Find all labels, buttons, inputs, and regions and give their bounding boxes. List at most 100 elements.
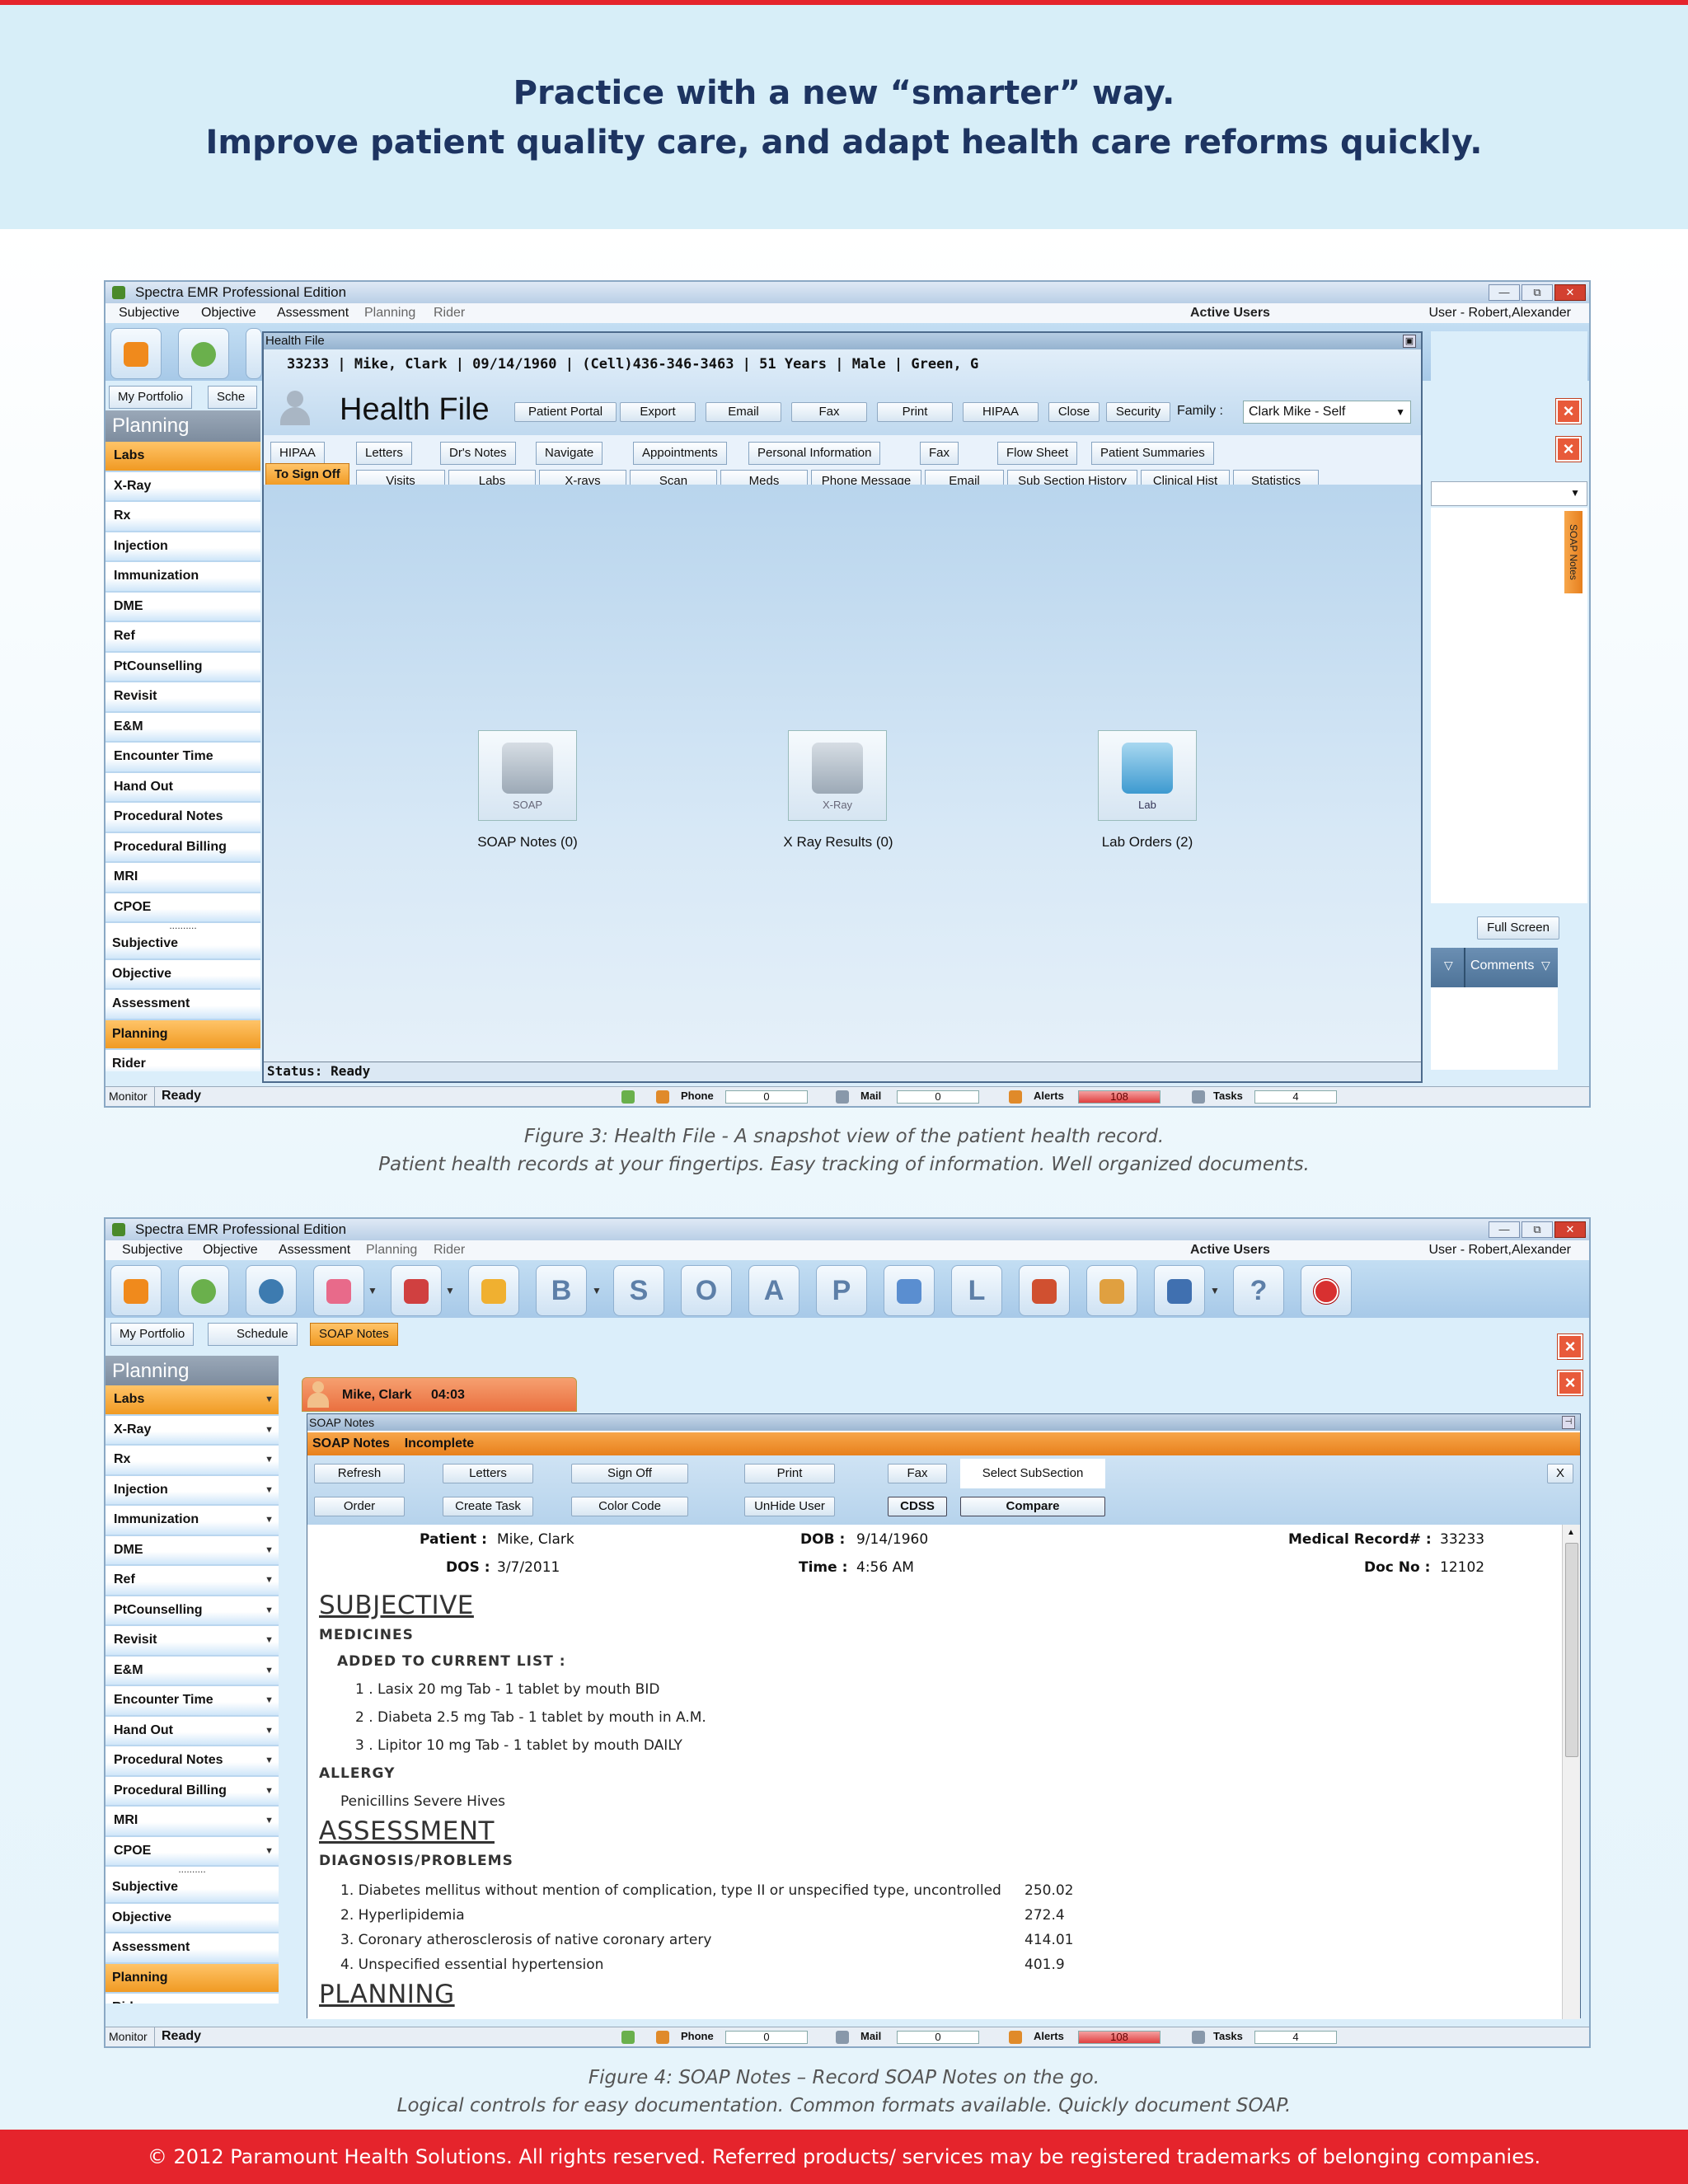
users-tool-button[interactable]	[1086, 1265, 1137, 1316]
tab-drs-notes[interactable]: Dr's Notes	[440, 442, 516, 465]
chevron-down-icon[interactable]: ▼	[265, 1416, 274, 1444]
sidebar-splitter[interactable]: ..........	[106, 1864, 279, 1874]
close-window-button[interactable]: ✕	[1554, 1221, 1586, 1238]
sidebar-item-injection[interactable]: Injection ▼	[106, 1475, 279, 1506]
refresh-icon[interactable]	[621, 1090, 635, 1104]
chevron-down-icon[interactable]: ▼	[265, 1506, 274, 1534]
full-screen-button[interactable]: Full Screen	[1477, 916, 1559, 940]
chevron-down-icon[interactable]: ▼	[265, 1717, 274, 1745]
sidebar-item-xray[interactable]: X-Ray ▼	[106, 1415, 279, 1446]
minimize-button[interactable]: —	[1489, 284, 1520, 301]
letters-button[interactable]: Letters	[443, 1464, 533, 1483]
section-objective[interactable]: Objective	[106, 1903, 279, 1933]
close-panel-button-1[interactable]: ×	[1555, 398, 1582, 424]
security-button[interactable]: Security	[1106, 402, 1170, 422]
soap-notes-tile-label[interactable]: SOAP Notes (0)	[448, 834, 607, 851]
menu-planning[interactable]: Planning	[366, 1240, 417, 1260]
xray-results-tile-label[interactable]: X Ray Results (0)	[752, 834, 925, 851]
sidebar-item-injection[interactable]: Injection	[106, 532, 260, 562]
chevron-down-icon[interactable]: ▼	[445, 1285, 455, 1296]
l-tool-button[interactable]: L	[951, 1265, 1002, 1316]
menu-assessment[interactable]: Assessment	[279, 1240, 350, 1260]
chevron-down-icon[interactable]: ▼	[265, 1446, 274, 1474]
chevron-down-icon[interactable]: ▼	[265, 1807, 274, 1835]
chevron-down-icon[interactable]: ▼	[265, 1476, 274, 1504]
patient-chip[interactable]: Mike, Clark 04:03	[302, 1377, 577, 1412]
sidebar-item-revisit[interactable]: Revisit ▼	[106, 1626, 279, 1657]
sidebar-item-rx[interactable]: Rx ▼	[106, 1446, 279, 1476]
sidebar-item-revisit[interactable]: Revisit	[106, 682, 260, 713]
sidebar-item-dme[interactable]: DME ▼	[106, 1535, 279, 1566]
export-button[interactable]: Export	[620, 402, 696, 422]
tab-fax[interactable]: Fax	[920, 442, 959, 465]
monitor-tab[interactable]: Monitor	[106, 2027, 155, 2046]
tab-navigate[interactable]: Navigate	[536, 442, 603, 465]
chevron-down-icon[interactable]: ▼	[265, 1746, 274, 1774]
sidebar-item-procedural-billing[interactable]: Procedural Billing ▼	[106, 1776, 279, 1807]
o-tool-button[interactable]: O	[681, 1265, 732, 1316]
mail-count[interactable]: 0	[897, 1090, 979, 1104]
portfolio-tool-button[interactable]	[110, 328, 162, 379]
reports-tool-button[interactable]	[1154, 1265, 1205, 1316]
document-scrollbar[interactable]: ▲	[1562, 1525, 1580, 2019]
chevron-down-icon[interactable]: ▼	[265, 1686, 274, 1714]
menu-rider[interactable]: Rider	[434, 303, 465, 323]
restore-button[interactable]: ⧉	[1522, 1221, 1553, 1238]
medications-tool-button[interactable]	[313, 1265, 364, 1316]
tab-schedule[interactable]: Schedule	[208, 1323, 298, 1346]
lab-orders-tile-label[interactable]: Lab Orders (2)	[1065, 834, 1230, 851]
sidebar-item-encounter-time[interactable]: Encounter Time ▼	[106, 1686, 279, 1717]
sidebar-item-ref[interactable]: Ref ▼	[106, 1566, 279, 1596]
pin-icon[interactable]: ⊣	[1562, 1416, 1575, 1429]
active-users-label[interactable]: Active Users	[1190, 303, 1270, 323]
s-tool-button[interactable]: S	[613, 1265, 664, 1316]
menu-rider[interactable]: Rider	[434, 1240, 465, 1260]
document-tool-button[interactable]	[884, 1265, 935, 1316]
patient-portal-button[interactable]: Patient Portal	[514, 402, 617, 422]
dialog-close-icon[interactable]: ▣	[1403, 335, 1416, 348]
tab-schedule[interactable]: Sche	[208, 386, 257, 409]
compare-button[interactable]: Compare	[960, 1497, 1105, 1516]
sidebar-item-mri[interactable]: MRI	[106, 863, 260, 893]
lab-tile[interactable]: Lab	[1098, 730, 1197, 821]
chevron-down-icon[interactable]: ▼	[368, 1285, 377, 1296]
select-subsection-dropdown[interactable]: Select SubSection	[960, 1459, 1105, 1488]
alerts-count[interactable]: 108	[1078, 1090, 1160, 1104]
phone-count[interactable]: 0	[725, 2031, 808, 2044]
tab-to-sign-off[interactable]: To Sign Off	[265, 463, 349, 486]
sidebar-item-hand-out[interactable]: Hand Out ▼	[106, 1716, 279, 1746]
fax-button[interactable]: Fax	[888, 1464, 947, 1483]
tab-soap-notes[interactable]: SOAP Notes	[310, 1323, 398, 1346]
comments-filter-icon[interactable]: ▽	[1541, 958, 1550, 972]
phone-count[interactable]: 0	[725, 1090, 808, 1104]
email-button[interactable]: Email	[706, 402, 781, 422]
section-planning[interactable]: Planning	[106, 1019, 260, 1050]
chevron-down-icon[interactable]: ▼	[265, 1626, 274, 1654]
sidebar-splitter[interactable]: ..........	[106, 921, 260, 930]
scroll-up-icon[interactable]: ▲	[1567, 1528, 1575, 1537]
comments-label[interactable]: Comments	[1470, 958, 1534, 973]
sidebar-item-procedural-notes[interactable]: Procedural Notes	[106, 803, 260, 833]
unhide-user-button[interactable]: UnHide User	[744, 1497, 835, 1516]
menu-subjective[interactable]: Subjective	[122, 1240, 183, 1260]
section-objective[interactable]: Objective	[106, 959, 260, 990]
refresh-button[interactable]: Refresh	[314, 1464, 405, 1483]
sidebar-item-xray[interactable]: X-Ray	[106, 471, 260, 502]
active-users-label[interactable]: Active Users	[1190, 1240, 1270, 1260]
close-subsection-button[interactable]: X	[1547, 1464, 1573, 1483]
sidebar-item-ptcounselling[interactable]: PtCounselling	[106, 652, 260, 682]
lab-tool-button[interactable]	[391, 1265, 442, 1316]
close-button[interactable]: Close	[1048, 402, 1100, 422]
sidebar-item-mri[interactable]: MRI ▼	[106, 1807, 279, 1837]
close-tab-button-2[interactable]: ×	[1557, 1370, 1583, 1396]
hipaa-button[interactable]: HIPAA	[963, 402, 1039, 422]
close-window-button[interactable]: ✕	[1554, 284, 1586, 301]
section-assessment[interactable]: Assessment	[106, 1933, 279, 1964]
sidebar-item-rx[interactable]: Rx	[106, 502, 260, 532]
tab-hipaa[interactable]: HIPAA	[270, 442, 325, 465]
menu-objective[interactable]: Objective	[201, 303, 256, 323]
restore-button[interactable]: ⧉	[1522, 284, 1553, 301]
xray-tile[interactable]: X-Ray	[788, 730, 887, 821]
p-tool-button[interactable]: P	[816, 1265, 867, 1316]
sidebar-item-ref[interactable]: Ref	[106, 622, 260, 653]
